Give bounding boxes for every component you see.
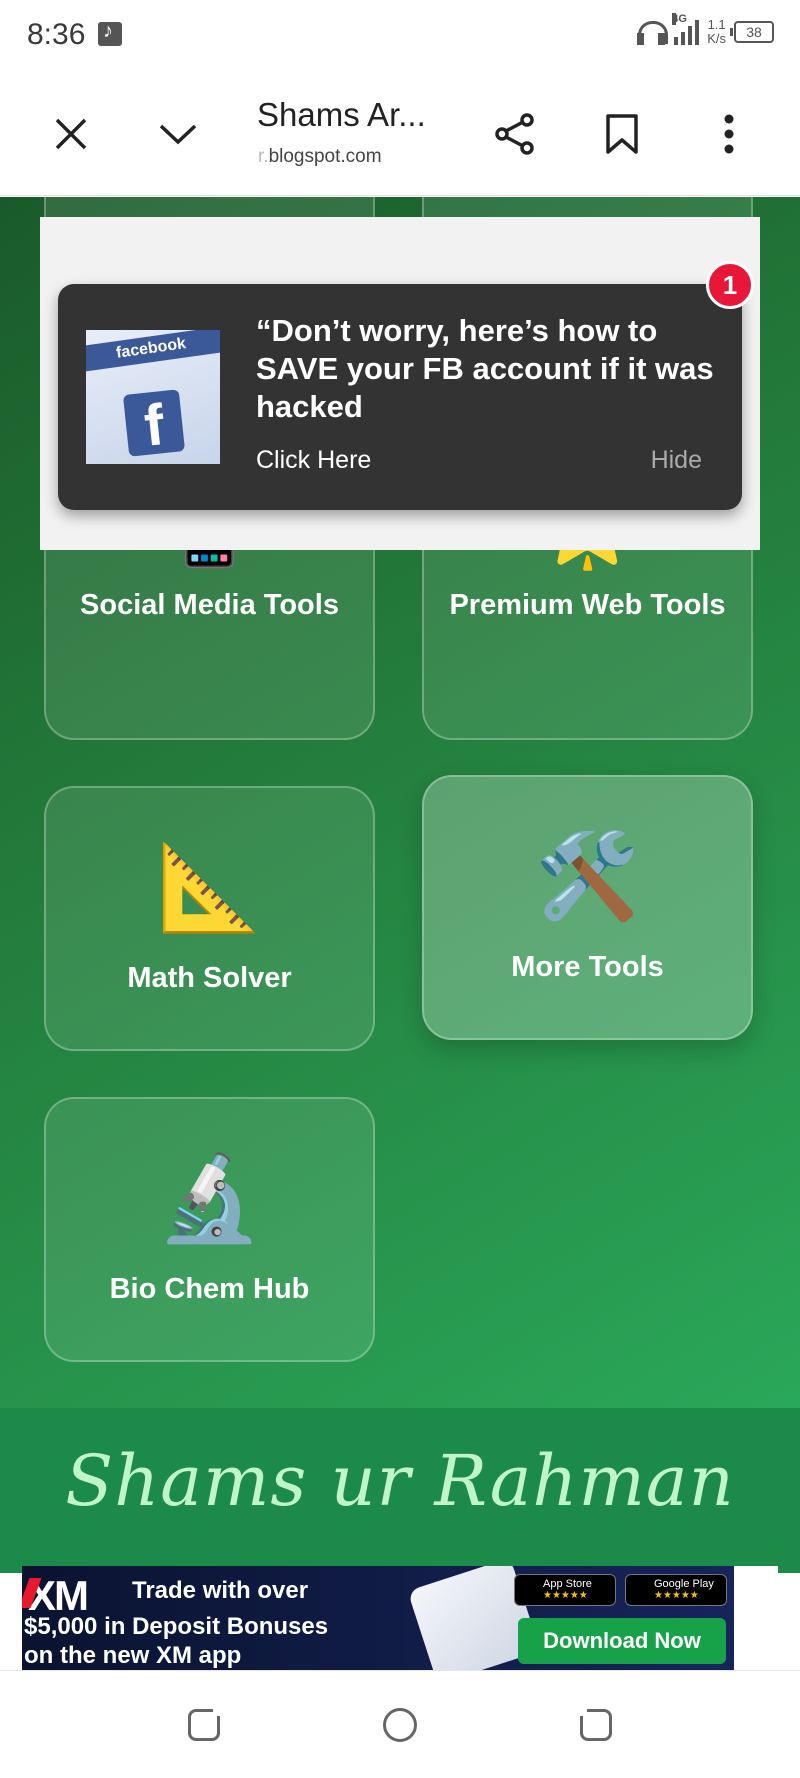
- signal-icon: 4G: [672, 13, 700, 45]
- browser-toolbar: Shams Ar... r.blogspot.com: [0, 72, 800, 196]
- ad-copy: Trade with over $5,000 in Deposit Bonuse…: [24, 1577, 329, 1669]
- more-vert-icon: [724, 114, 734, 154]
- tool-card-label: Bio Chem Hub: [109, 1273, 310, 1305]
- author-signature: Shams ur Rahman: [65, 1440, 735, 1522]
- share-icon: [495, 113, 534, 155]
- overflow-menu-button[interactable]: [701, 106, 757, 162]
- tool-card-more-tools[interactable]: 🛠️ More Tools: [422, 775, 753, 1040]
- popup-hide-button[interactable]: Hide: [651, 446, 702, 475]
- tool-card-label: Math Solver: [127, 962, 292, 994]
- status-bar: 8:36 4G 1.1 K/s 38: [0, 0, 800, 72]
- page-title: Shams Ar...: [257, 96, 426, 133]
- network-speed: 1.1 K/s: [707, 17, 726, 46]
- headphones-icon: [636, 18, 669, 46]
- music-notification-icon: [98, 20, 122, 46]
- app-store-badge[interactable]: App Store ★★★★★: [514, 1574, 616, 1606]
- facebook-logo-icon: f: [122, 389, 186, 459]
- tool-card-label: Social Media Tools: [80, 589, 339, 621]
- share-button[interactable]: [487, 106, 543, 162]
- close-icon: [55, 118, 87, 150]
- home-icon[interactable]: [383, 1708, 417, 1742]
- tool-card-label: Premium Web Tools: [449, 589, 726, 621]
- ad-banner[interactable]: XM Trade with over $5,000 in Deposit Bon…: [22, 1566, 778, 1670]
- tool-card-label: More Tools: [511, 951, 664, 983]
- status-icons: 4G 1.1 K/s 38: [636, 13, 774, 46]
- back-icon[interactable]: [577, 1706, 612, 1741]
- network-type: 4G: [672, 13, 687, 25]
- recents-icon[interactable]: [188, 1706, 223, 1741]
- bookmark-icon: [606, 114, 638, 154]
- battery-icon: 38: [730, 21, 774, 43]
- triangle-ruler-icon: 📐: [157, 840, 262, 934]
- hammer-wrench-icon: 🛠️: [535, 829, 640, 923]
- popup-click-here-link[interactable]: Click Here: [256, 446, 371, 475]
- collapse-button[interactable]: [150, 106, 206, 162]
- tool-card-bio-chem[interactable]: 🔬 Bio Chem Hub: [44, 1097, 375, 1362]
- bookmark-button[interactable]: [594, 106, 650, 162]
- notification-count-badge: 1: [706, 261, 754, 309]
- ad-creative[interactable]: XM Trade with over $5,000 in Deposit Bon…: [22, 1566, 734, 1670]
- google-play-badge[interactable]: Google Play ★★★★★: [625, 1574, 727, 1606]
- status-time: 8:36: [27, 18, 86, 51]
- page-url: r.blogspot.com: [258, 146, 382, 167]
- popup-thumbnail: facebook f: [86, 330, 220, 464]
- microscope-icon: 🔬: [157, 1151, 262, 1245]
- close-button[interactable]: [43, 106, 99, 162]
- download-now-button[interactable]: Download Now: [518, 1618, 726, 1664]
- chevron-down-icon: [159, 124, 197, 145]
- popup-headline: “Don’t worry, here’s how to SAVE your FB…: [256, 313, 714, 424]
- push-notification-popup[interactable]: facebook f “Don’t worry, here’s how to S…: [58, 284, 742, 510]
- system-navigation-bar: [0, 1670, 800, 1778]
- tool-card-math-solver[interactable]: 📐 Math Solver: [44, 786, 375, 1051]
